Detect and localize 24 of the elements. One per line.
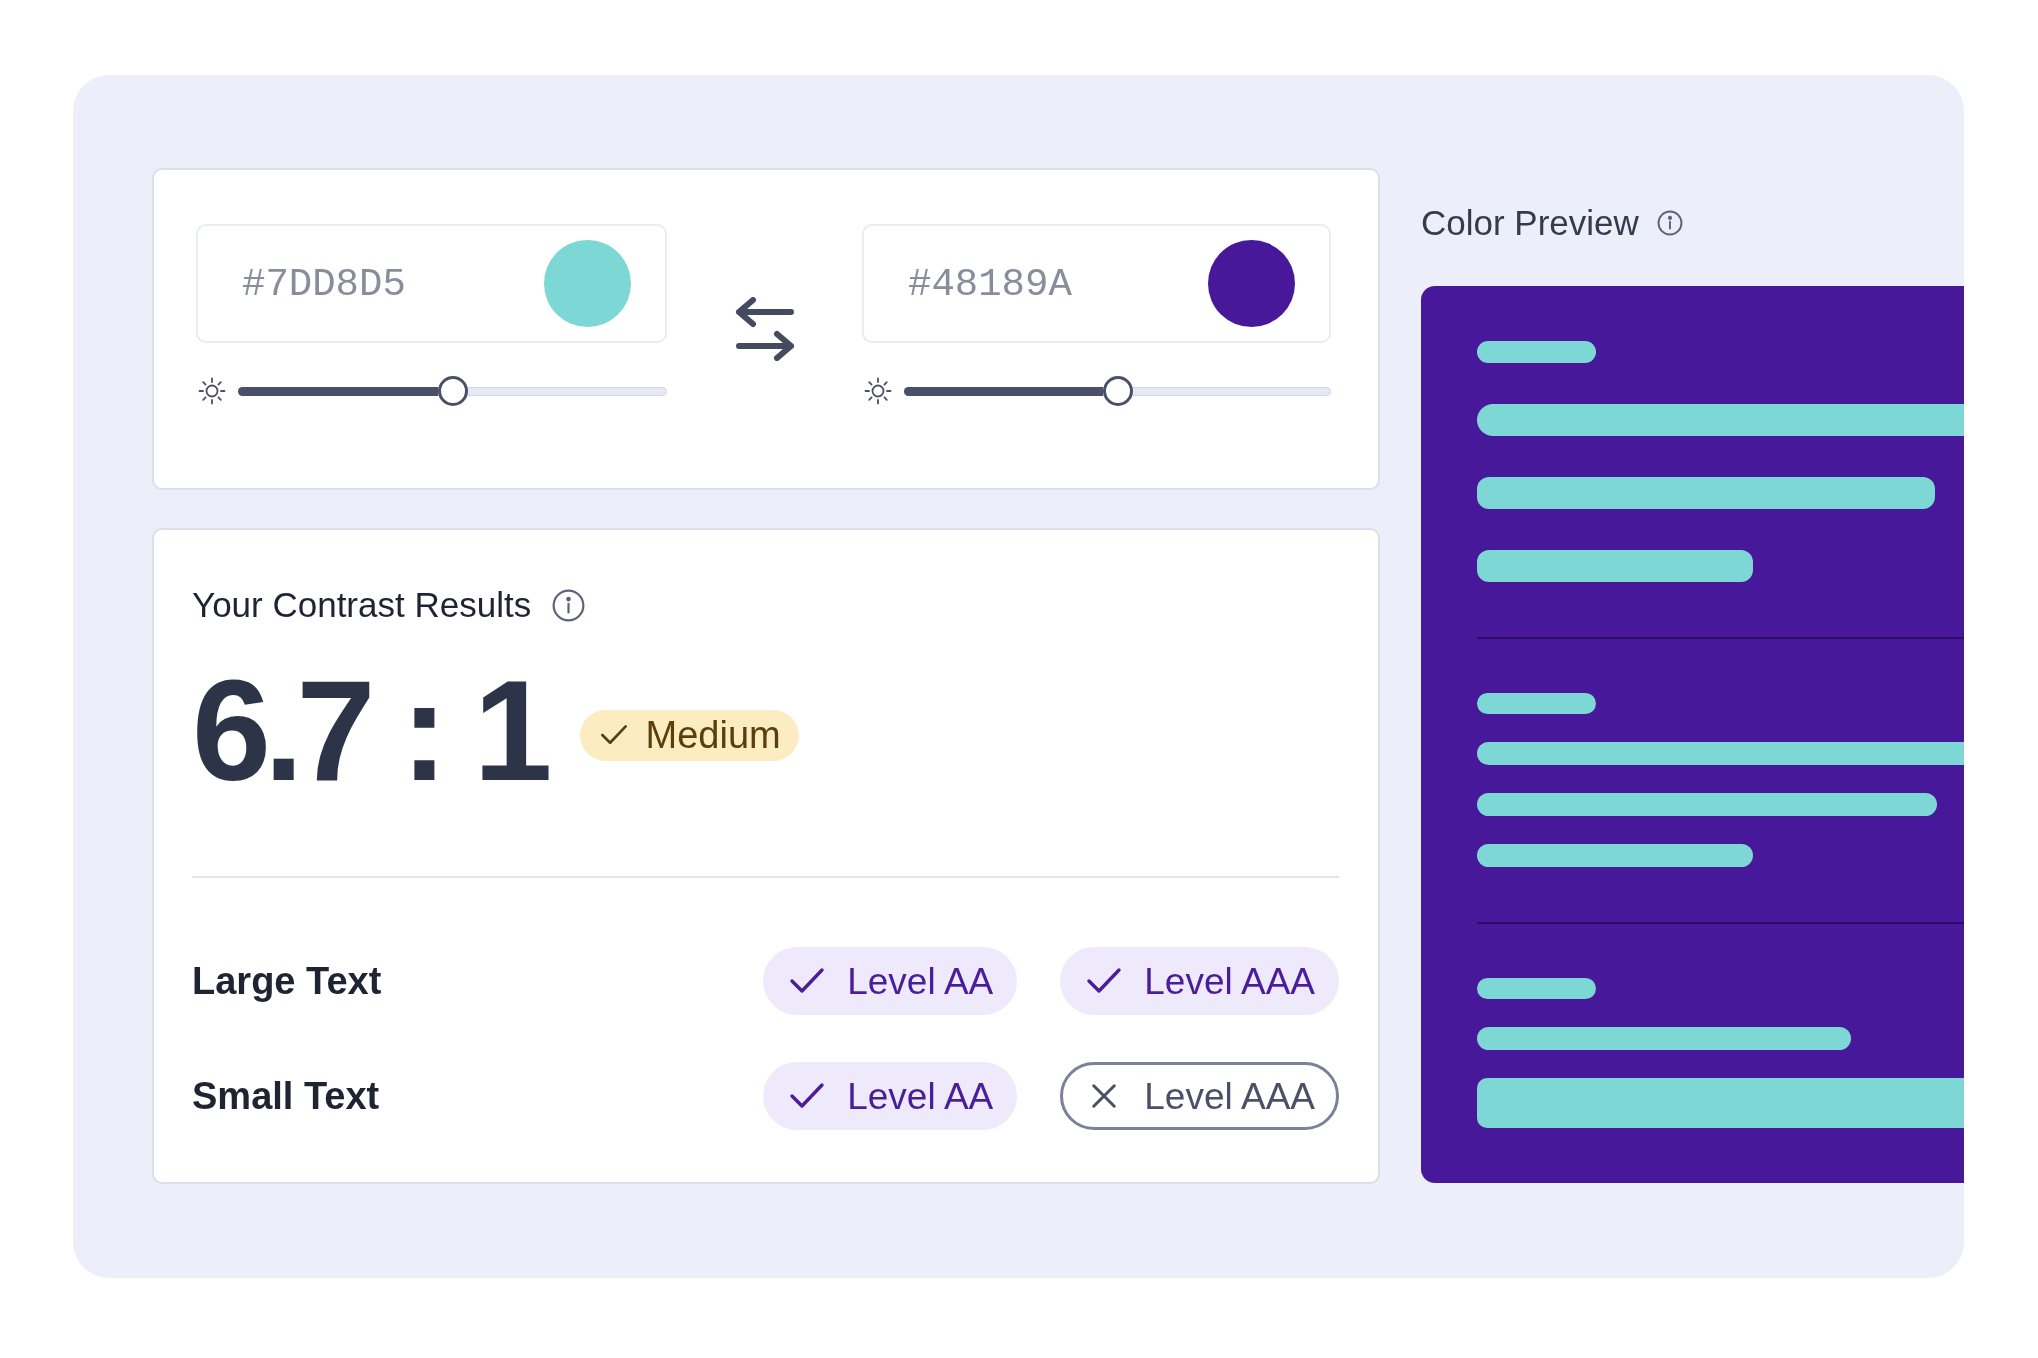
section-title: Color Preview — [1421, 202, 1639, 244]
check-icon — [1086, 966, 1123, 996]
contrast-ratio: 6.7 : 1 — [192, 660, 546, 802]
swap-arrows-icon[interactable] — [734, 297, 795, 361]
check-icon — [789, 1081, 826, 1111]
check-icon — [789, 966, 826, 996]
text-size-label: Large Text — [192, 959, 382, 1003]
cross-icon — [1090, 1082, 1119, 1110]
section-title: Your Contrast Results — [192, 586, 532, 624]
check-icon — [599, 723, 628, 747]
rating-label: Medium — [645, 716, 781, 754]
sun-icon — [198, 377, 226, 405]
sun-icon — [864, 377, 892, 405]
slider-thumb[interactable] — [1102, 376, 1133, 406]
slider-thumb[interactable] — [437, 376, 468, 406]
info-icon[interactable] — [1656, 210, 1683, 236]
info-icon[interactable] — [552, 588, 586, 622]
text-size-label: Small Text — [192, 1074, 380, 1118]
hex-input-field[interactable]: #48189A — [862, 224, 1331, 343]
level-label: Level AAA — [1144, 962, 1315, 1000]
level-label: Level AA — [847, 1077, 994, 1115]
hex-input-field[interactable]: #7DD8D5 — [196, 224, 667, 343]
level-label: Level AAA — [1144, 1077, 1315, 1115]
level-label: Level AA — [847, 962, 994, 1000]
